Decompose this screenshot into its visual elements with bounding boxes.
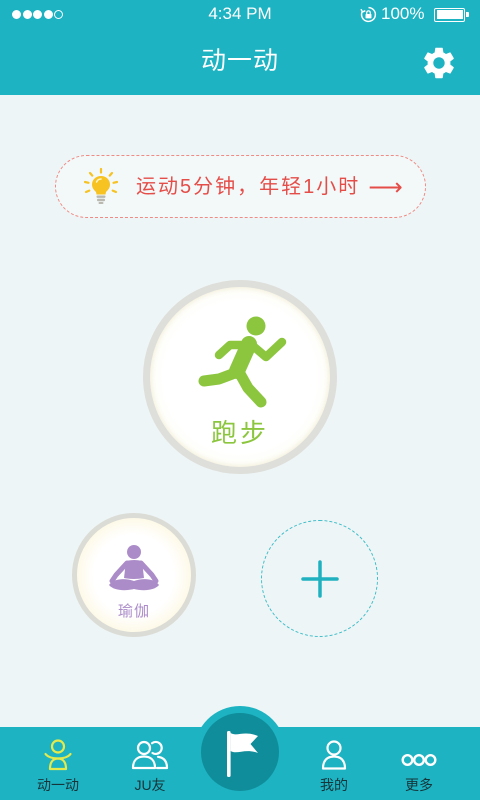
flag-icon[interactable] [226,730,260,778]
settings-button[interactable] [419,43,459,83]
tab-label: 我的 [320,777,348,793]
rotation-lock-icon [360,6,377,22]
signal-dot [22,9,32,19]
page-title: 动一动 [200,47,279,75]
tab-label: JU友 [134,777,166,793]
activity-running-button[interactable]: 跑步 [143,280,337,474]
battery-level-fill [436,10,463,19]
tab-more[interactable]: 更多 [374,727,464,800]
center-button-disc [201,713,279,791]
status-bar: 4:34 PM 100% [0,0,480,28]
tab-me[interactable]: 我的 [289,727,379,800]
lightbulb-icon [83,167,119,204]
signal-dot [12,9,21,19]
friends-icon [105,739,195,771]
tab-label: 动一动 [37,777,79,793]
tab-label: 更多 [405,777,433,793]
center-flag-button[interactable] [194,706,286,798]
activity-label-yoga: 瑜伽 [117,603,150,620]
tab-move[interactable]: 动一动 [13,727,103,800]
yoga-icon [109,545,159,591]
signal-dot [43,9,53,19]
more-circles-icon [374,739,464,771]
add-activity-button[interactable] [261,520,378,637]
arrow-right-icon: ⟶ [368,172,403,201]
plus-icon[interactable] [300,559,339,598]
profile-icon [289,739,379,771]
runner-icon [198,316,287,408]
app-header: 动一动 [0,28,480,95]
activity-label-running: 跑步 [210,418,269,448]
screen: 4:34 PM 100% 动一动 运动5分钟，年轻1小时 ⟶ 跑步 瑜伽 动一动… [0,0,480,800]
signal-dot [54,9,63,19]
battery-icon [434,7,469,22]
gear-icon[interactable] [420,44,458,82]
status-time: 4:34 PM [208,4,272,23]
activity-yoga-button[interactable]: 瑜伽 [72,513,196,637]
battery-percent: 100% [381,4,425,23]
signal-dot [33,9,42,19]
signal-strength-indicator [12,9,63,19]
tip-banner[interactable]: 运动5分钟，年轻1小时 ⟶ [55,155,426,218]
tip-text: 运动5分钟，年轻1小时 [136,175,361,198]
tab-bar: 动一动 JU友 我的 更多 [0,706,480,800]
person-icon [13,739,103,771]
tab-friends[interactable]: JU友 [105,727,195,800]
